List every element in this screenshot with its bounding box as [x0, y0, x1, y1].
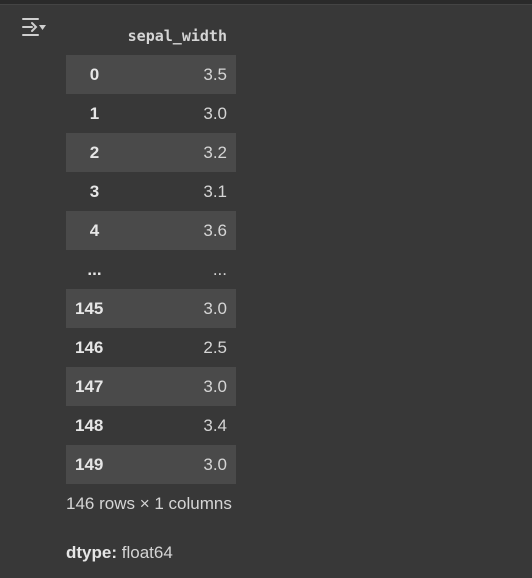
row-value: 3.0	[123, 367, 236, 406]
dtype-info: dtype: float64	[66, 543, 173, 563]
table-row: 148 3.4	[66, 406, 236, 445]
table-header-row: sepal_width	[66, 16, 236, 55]
table-row: 0 3.5	[66, 55, 236, 94]
row-value: 3.6	[123, 211, 236, 250]
table-row: 146 2.5	[66, 328, 236, 367]
row-index: 2	[66, 133, 123, 172]
row-value: 3.4	[123, 406, 236, 445]
table-row: 145 3.0	[66, 289, 236, 328]
cell-top-border	[0, 0, 532, 5]
row-value: 3.5	[123, 55, 236, 94]
row-value: 3.0	[123, 445, 236, 484]
dtype-value: float64	[121, 543, 173, 562]
row-index: 1	[66, 94, 123, 133]
dtype-label: dtype:	[66, 543, 117, 562]
row-index: 0	[66, 55, 123, 94]
row-value: 3.0	[123, 94, 236, 133]
row-index: 146	[66, 328, 123, 367]
table-row-ellipsis: ... ...	[66, 250, 236, 289]
index-header	[66, 16, 123, 55]
row-index: 145	[66, 289, 123, 328]
output-expand-icon[interactable]	[21, 16, 47, 38]
row-value: 2.5	[123, 328, 236, 367]
table-row: 149 3.0	[66, 445, 236, 484]
row-count-summary: 146 rows × 1 columns	[66, 494, 232, 513]
table-row: 2 3.2	[66, 133, 236, 172]
table-row: 1 3.0	[66, 94, 236, 133]
table-row: 147 3.0	[66, 367, 236, 406]
row-index: 3	[66, 172, 123, 211]
dataframe-table: sepal_width 0 3.5 1 3.0 2 3.2 3 3.1 4 3.…	[66, 16, 236, 484]
row-index: ...	[66, 250, 123, 289]
row-index: 148	[66, 406, 123, 445]
table-row: 4 3.6	[66, 211, 236, 250]
column-header-sepal-width: sepal_width	[127, 26, 227, 45]
row-value: ...	[123, 250, 236, 289]
row-index: 4	[66, 211, 123, 250]
table-row: 3 3.1	[66, 172, 236, 211]
row-index: 147	[66, 367, 123, 406]
row-value: 3.1	[123, 172, 236, 211]
row-value: 3.2	[123, 133, 236, 172]
row-index: 149	[66, 445, 123, 484]
row-value: 3.0	[123, 289, 236, 328]
